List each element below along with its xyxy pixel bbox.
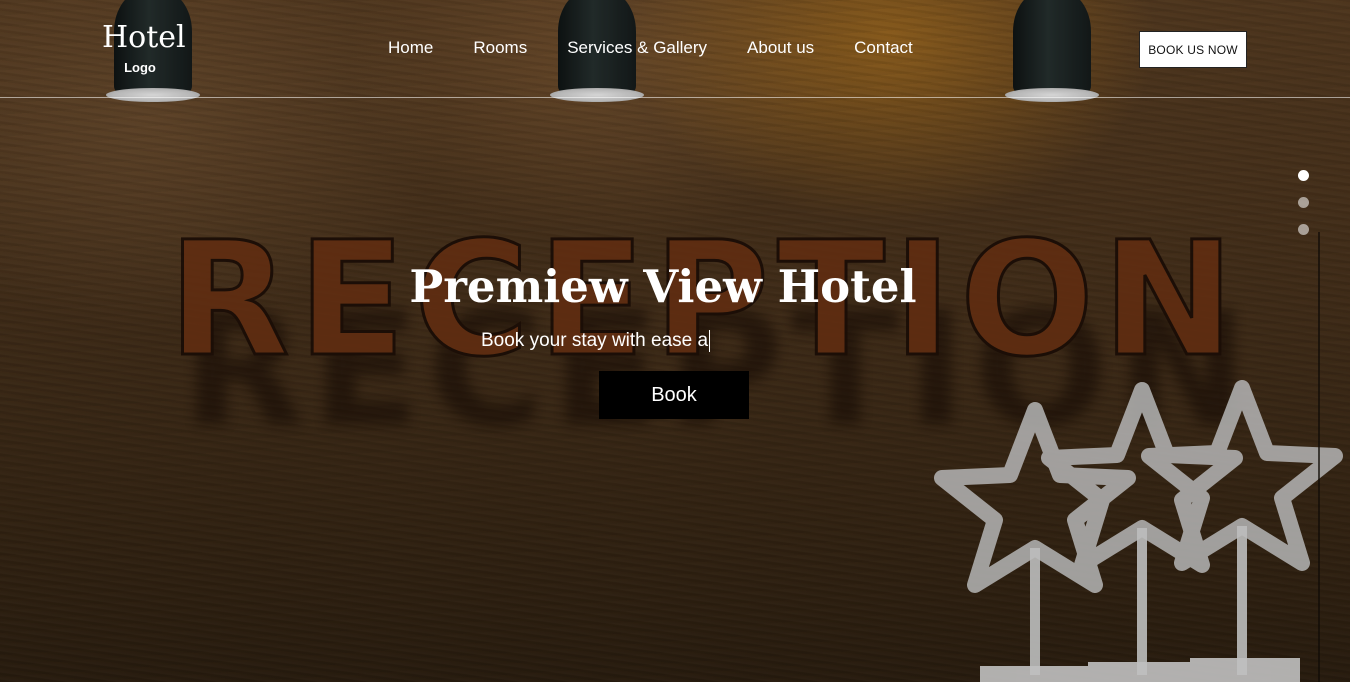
hero-title-text: Premiew View Hotel	[409, 260, 917, 313]
logo-subtitle: Logo	[124, 60, 156, 75]
typing-caret	[709, 330, 711, 352]
slider-dot-2[interactable]	[1298, 197, 1309, 208]
nav-home[interactable]: Home	[388, 38, 433, 58]
book-button[interactable]: Book	[599, 371, 749, 419]
hero-subtitle: Book your stay with ease a	[481, 330, 711, 352]
nav-about-us[interactable]: About us	[747, 38, 814, 58]
logo-title: Hotel	[102, 20, 186, 55]
nav-services-gallery[interactable]: Services & Gallery	[567, 38, 707, 58]
site-header: Hotel Logo Home Rooms Services & Gallery…	[0, 0, 1350, 98]
hero-section: RECEPTION Hotel Logo Home Rooms Services…	[0, 0, 1350, 682]
logo[interactable]: Hotel Logo	[102, 20, 186, 75]
nav-contact[interactable]: Contact	[854, 38, 913, 58]
hero-subtitle-text: Book your stay with ease a	[481, 330, 709, 352]
slider-dot-1[interactable]	[1298, 170, 1309, 181]
slider-dot-3[interactable]	[1298, 224, 1309, 235]
main-nav: Home Rooms Services & Gallery About us C…	[388, 38, 913, 58]
book-us-now-button[interactable]: BOOK US NOW	[1139, 31, 1247, 68]
nav-rooms[interactable]: Rooms	[473, 38, 527, 58]
hero-title: Premiew View Hotel	[0, 260, 1350, 313]
slider-dots	[1298, 170, 1309, 235]
